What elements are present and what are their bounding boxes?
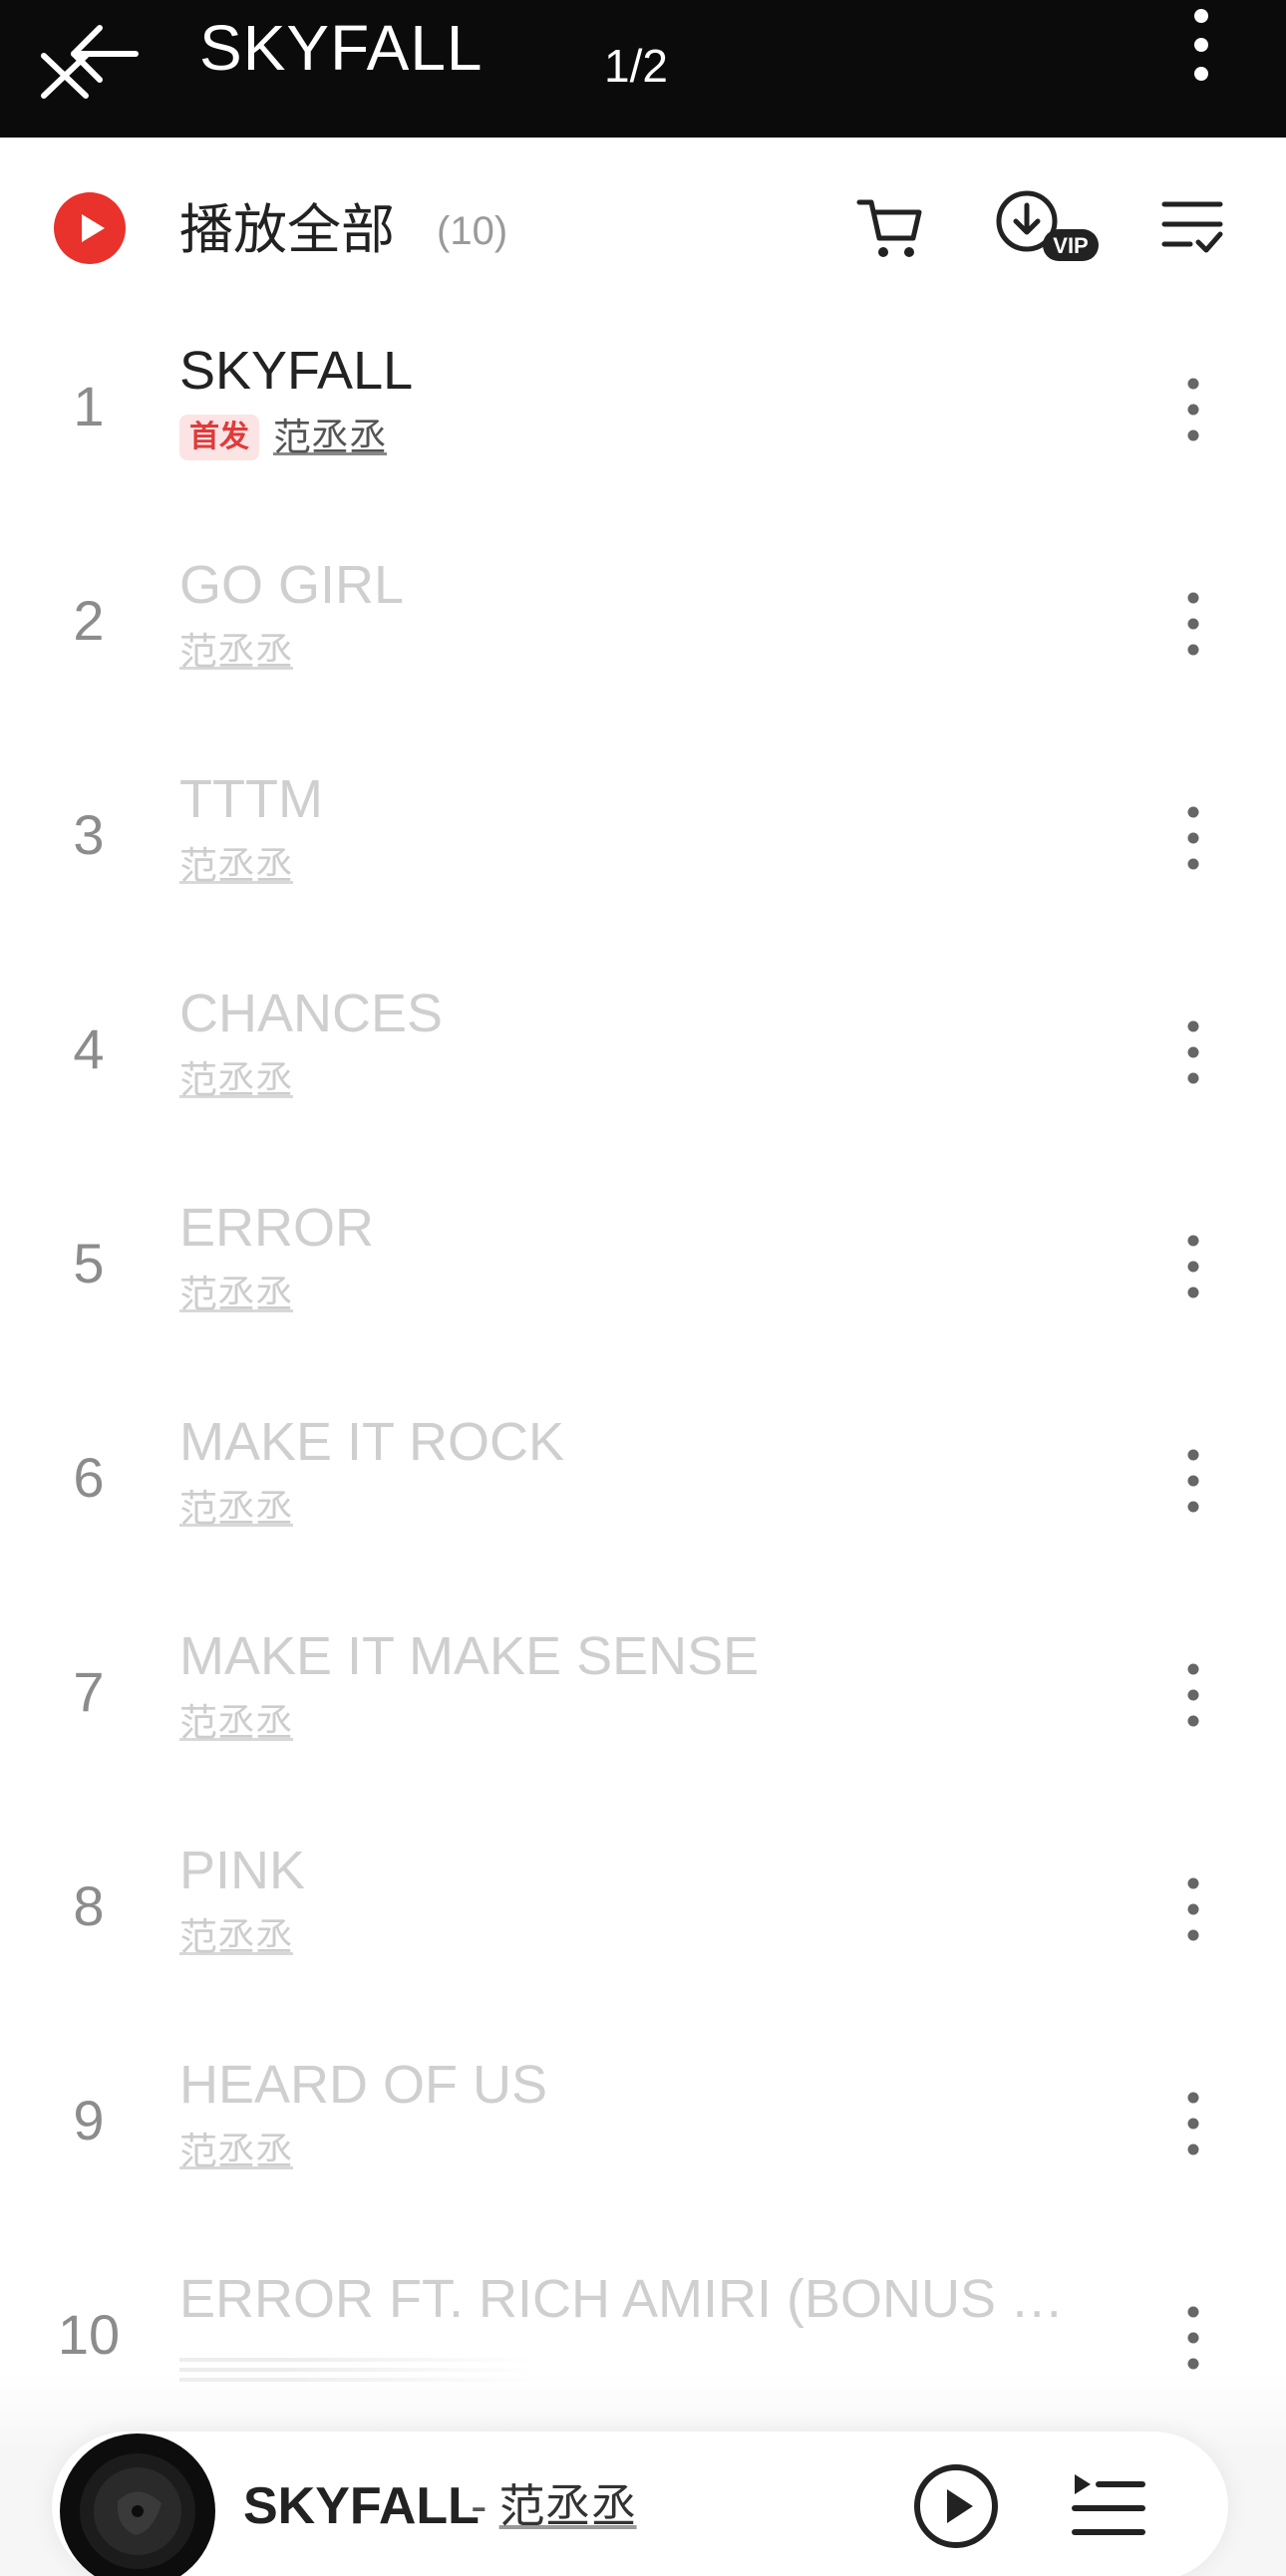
page-indicator: 1/2	[604, 40, 668, 92]
play-all-bar: 播放全部 (10) VIP	[0, 138, 1286, 312]
vertical-dots-icon[interactable]	[1176, 2, 1226, 88]
song-title: SKYFALL	[179, 341, 414, 401]
song-subtitle: 范丞丞	[179, 1265, 293, 1324]
song-title: ERROR	[179, 1198, 375, 1258]
vip-badge-text: VIP	[1053, 233, 1088, 258]
mini-player[interactable]: SKYFALL - 范丞丞	[52, 2432, 1228, 2576]
artist-link[interactable]: 范丞丞	[179, 1481, 293, 1537]
song-subtitle: 首发 范丞丞	[179, 408, 387, 467]
now-playing-artist: - 范丞丞	[471, 2471, 637, 2541]
download-vip-icon[interactable]: VIP	[993, 187, 1103, 267]
track-number: 8	[73, 1874, 105, 1937]
song-title: CHANCES	[179, 984, 444, 1043]
multi-select-icon[interactable]	[1160, 194, 1224, 258]
song-subtitle: 范丞丞	[179, 836, 293, 896]
page-title: SKYFALL	[199, 12, 483, 84]
track-number: 5	[73, 1232, 105, 1294]
song-title: MAKE IT ROCK	[179, 1412, 565, 1472]
vertical-dots-icon[interactable]	[1176, 1869, 1210, 1949]
album-disc-icon[interactable]	[58, 2432, 217, 2576]
vertical-dots-icon[interactable]	[1176, 2084, 1210, 2163]
song-subtitle: 范丞丞	[179, 1479, 293, 1539]
song-subtitle: 范丞丞	[179, 1693, 293, 1753]
song-subtitle: 范丞丞	[179, 622, 293, 682]
artist-link[interactable]: 范丞丞	[179, 624, 293, 680]
track-number: 2	[73, 589, 105, 652]
track-number: 10	[57, 2303, 121, 2366]
title-separator: -	[471, 2479, 487, 2533]
song-title: GO GIRL	[179, 555, 405, 615]
song-subtitle: 范丞丞	[179, 1050, 293, 1110]
song-subtitle: 范丞丞	[179, 1907, 293, 1967]
artist-link[interactable]: 范丞丞	[179, 2124, 293, 2179]
song-list: 1 SKYFALL 首发 范丞丞 2 GO GIRL 范丞丞 3 TTTM 范丞…	[0, 312, 1286, 2454]
list-item[interactable]: 1 SKYFALL 首发 范丞丞	[0, 312, 1286, 526]
track-number: 4	[73, 1017, 105, 1080]
vertical-dots-icon[interactable]	[1176, 2298, 1210, 2378]
track-number: 6	[73, 1446, 105, 1509]
list-item[interactable]: 5 ERROR 范丞丞	[0, 1169, 1286, 1383]
song-title: MAKE IT MAKE SENSE	[179, 1626, 760, 1686]
song-title: HEARD OF US	[179, 2055, 548, 2115]
play-all-button[interactable]: 播放全部	[179, 195, 395, 265]
cart-icon[interactable]	[855, 192, 925, 262]
list-item[interactable]: 3 TTTM 范丞丞	[0, 740, 1286, 955]
artist-link[interactable]: 范丞丞	[179, 1267, 293, 1322]
vertical-dots-icon[interactable]	[1176, 798, 1210, 878]
top-bar: SKYFALL 1/2	[0, 0, 1286, 138]
song-title: ERROR FT. RICH AMIRI (BONUS TR…	[179, 2269, 1097, 2329]
playlist-queue-icon[interactable]	[1069, 2466, 1148, 2546]
now-playing-title: SKYFALL	[243, 2477, 480, 2535]
artist-link[interactable]: 范丞丞	[179, 1052, 293, 1108]
vertical-dots-icon[interactable]	[1176, 584, 1210, 664]
vertical-dots-icon[interactable]	[1176, 370, 1210, 449]
track-number: 9	[73, 2089, 105, 2151]
vertical-dots-icon[interactable]	[1176, 1655, 1210, 1735]
vertical-dots-icon[interactable]	[1176, 1441, 1210, 1521]
artist-link[interactable]: 范丞丞	[179, 1909, 293, 1965]
list-item[interactable]: 6 MAKE IT ROCK 范丞丞	[0, 1383, 1286, 1597]
song-subtitle: 范丞丞	[179, 2122, 293, 2181]
vertical-dots-icon[interactable]	[1176, 1012, 1210, 1092]
track-number: 3	[73, 803, 105, 866]
list-item[interactable]: 2 GO GIRL 范丞丞	[0, 526, 1286, 740]
list-item[interactable]: 4 CHANCES 范丞丞	[0, 955, 1286, 1169]
artist-link[interactable]: 范丞丞	[179, 1695, 293, 1751]
song-title: TTTM	[179, 769, 323, 829]
song-count: (10)	[437, 209, 508, 253]
play-circle-icon[interactable]	[54, 192, 126, 264]
list-item[interactable]: 9 HEARD OF US 范丞丞	[0, 2026, 1286, 2240]
play-circle-outline-icon[interactable]	[911, 2461, 1001, 2551]
list-item[interactable]: 8 PINK 范丞丞	[0, 1812, 1286, 2026]
first-release-badge: 首发	[179, 415, 259, 460]
track-number: 7	[73, 1660, 105, 1723]
song-title: PINK	[179, 1841, 306, 1900]
list-item[interactable]: 7 MAKE IT MAKE SENSE 范丞丞	[0, 1597, 1286, 1812]
vertical-dots-icon[interactable]	[1176, 1227, 1210, 1306]
now-playing-artist-link[interactable]: 范丞丞	[499, 2479, 637, 2533]
artist-link[interactable]: 范丞丞	[273, 410, 387, 465]
track-number: 1	[73, 375, 105, 437]
back-close-icon[interactable]	[30, 12, 150, 102]
artist-link[interactable]: 范丞丞	[179, 838, 293, 894]
